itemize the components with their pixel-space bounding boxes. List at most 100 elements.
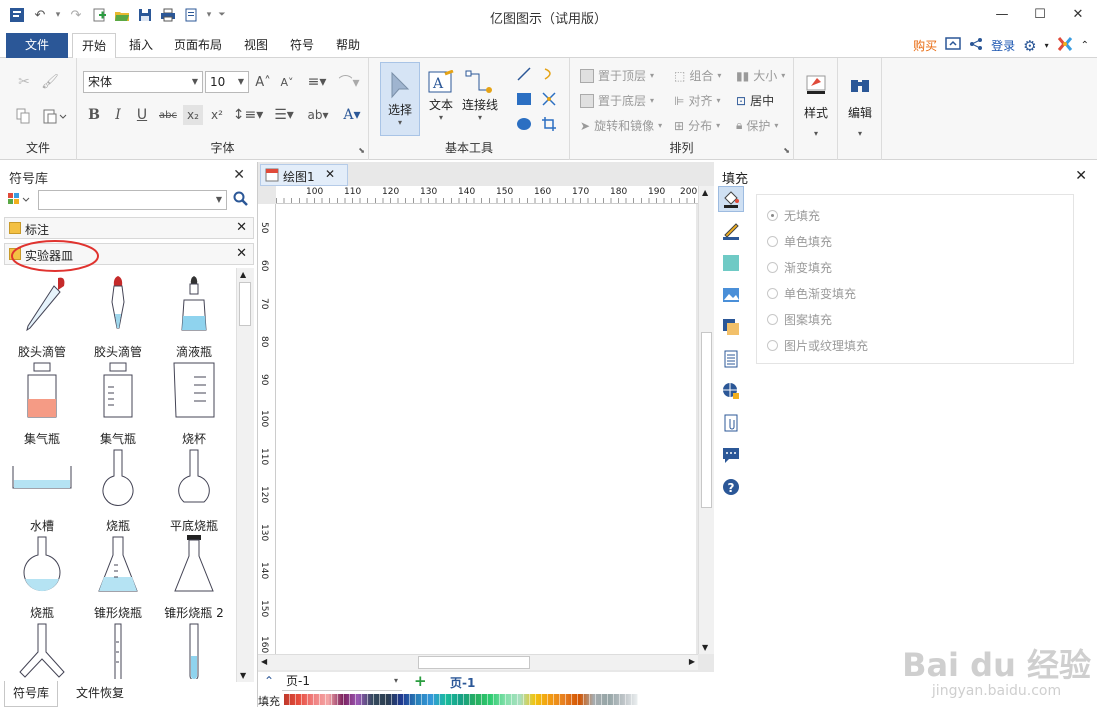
scroll-left-icon[interactable]: ◀ [261, 657, 267, 666]
fill-paint-bucket-icon[interactable] [718, 186, 744, 212]
shape-test-tube[interactable] [156, 622, 232, 679]
canvas-hscroll-thumb[interactable] [418, 656, 530, 669]
style-button[interactable]: 样式 ▾ [800, 66, 832, 146]
arc-tool-icon[interactable] [539, 64, 559, 84]
font-size-select[interactable]: 10 ▼ [205, 71, 249, 93]
scroll-down-icon[interactable]: ▼ [702, 643, 708, 652]
line-tool-icon[interactable] [514, 64, 534, 84]
subscript-icon[interactable]: x₂ [183, 105, 203, 125]
library-scrollbar[interactable]: ▲ ▼ [236, 268, 254, 682]
bring-to-front-button[interactable]: 置于顶层 ▾ [580, 67, 654, 84]
tab-symbol-library[interactable]: 符号库 [4, 681, 59, 707]
highlight-icon[interactable]: ab▾ [301, 105, 335, 125]
shape-erlenmeyer-flask[interactable]: 锥形烧瓶 [80, 535, 156, 621]
settings-dropdown-icon[interactable]: ▾ [1045, 41, 1049, 50]
tab-insert[interactable]: 插入 [122, 33, 160, 58]
fill-option-solid[interactable]: 单色填充 [767, 233, 832, 250]
page-tab-1[interactable]: 页-1 [450, 674, 475, 691]
protect-button[interactable]: 🔒︎ 保护 ▾ [736, 117, 778, 134]
shape-gas-jar-1[interactable]: 集气瓶 [4, 361, 80, 447]
document-tab-close-icon[interactable]: ✕ [325, 167, 335, 181]
connector-tool-button[interactable]: 连接线 ▾ [461, 64, 499, 128]
section-callout-close-icon[interactable]: ✕ [236, 220, 247, 235]
strikethrough-icon[interactable]: abc [157, 105, 179, 125]
collapse-ribbon-icon[interactable]: ⌃ [1081, 40, 1089, 51]
arrange-dialog-icon[interactable]: ⬊ [783, 146, 790, 155]
select-tool-button[interactable]: 选择 ▾ [380, 62, 420, 136]
shape-round-flask[interactable]: 烧瓶 [4, 535, 80, 621]
edit-button[interactable]: 编辑 ▾ [844, 66, 876, 146]
shape-dropper-2[interactable]: 胶头滴管 [80, 274, 156, 360]
search-icon[interactable] [233, 191, 249, 210]
settings-gear-icon[interactable]: ⚙ [1023, 37, 1036, 55]
help-icon[interactable]: ? [718, 474, 744, 500]
shape-beaker[interactable]: 烧杯 [156, 361, 232, 447]
size-button[interactable]: ▮▮ 大小 ▾ [736, 67, 785, 84]
shape-dropper-1[interactable]: 胶头滴管 [4, 274, 80, 360]
font-color-icon[interactable]: A▾ [339, 105, 365, 125]
login-link[interactable]: 登录 [991, 37, 1015, 54]
group-button[interactable]: ⬚ 组合 ▾ [674, 67, 721, 84]
page-up-icon[interactable]: ⌃ [264, 674, 274, 688]
shape-flat-bottom-flask[interactable]: 平底烧瓶 [156, 448, 232, 534]
document-tab[interactable]: 绘图1 ✕ [260, 164, 348, 186]
section-lab-ware-close-icon[interactable]: ✕ [236, 246, 247, 261]
distribute-button[interactable]: ⊞ 分布 ▾ [674, 117, 720, 134]
shape-water-trough[interactable]: 水槽 [4, 448, 80, 534]
crop-tool-icon[interactable] [539, 114, 559, 134]
canvas-vertical-scrollbar[interactable]: ▲ ▼ [698, 186, 714, 654]
rectangle-tool-icon[interactable] [514, 89, 534, 109]
rotate-mirror-button[interactable]: ➤ 旋转和镜像 ▾ [580, 117, 662, 134]
comment-icon[interactable] [718, 442, 744, 468]
font-dialog-icon[interactable]: ⬊ [358, 146, 365, 155]
share-icon[interactable] [969, 37, 983, 54]
shadow-square-icon[interactable] [718, 250, 744, 276]
bold-icon[interactable]: B [85, 105, 103, 125]
scroll-right-icon[interactable]: ▶ [689, 657, 695, 666]
hyperlink-globe-icon[interactable] [718, 378, 744, 404]
copy-icon[interactable] [12, 106, 34, 126]
maximize-button[interactable]: ☐ [1021, 0, 1059, 28]
fill-option-picture[interactable]: 图片或纹理填充 [767, 337, 868, 354]
fill-panel-close-icon[interactable]: ✕ [1075, 168, 1087, 184]
library-search-input[interactable]: ▼ [38, 190, 227, 210]
scroll-up-icon[interactable]: ▲ [702, 188, 708, 197]
drawing-page[interactable] [276, 204, 696, 654]
format-painter-icon[interactable]: 🖌 [40, 72, 60, 92]
tab-view[interactable]: 视图 [238, 33, 274, 58]
scroll-down-icon[interactable]: ▼ [240, 671, 246, 680]
shape-gas-jar-2[interactable]: 集气瓶 [80, 361, 156, 447]
fill-option-gradient[interactable]: 渐变填充 [767, 259, 832, 276]
library-close-icon[interactable]: ✕ [233, 167, 245, 183]
add-page-icon[interactable]: + [414, 672, 427, 690]
shape-erlenmeyer-flask-2[interactable]: 锥形烧瓶 2 [156, 535, 232, 621]
fill-option-pattern[interactable]: 图案填充 [767, 311, 832, 328]
align-text-icon[interactable]: ≡▾ [303, 72, 331, 92]
shape-y-tube[interactable] [4, 622, 80, 679]
paste-icon[interactable] [40, 106, 70, 126]
shape-graduated-tube[interactable] [80, 622, 156, 679]
buy-link[interactable]: 购买 [913, 37, 937, 54]
font-family-select[interactable]: 宋体 ▼ [83, 71, 203, 93]
shape-flask[interactable]: 烧瓶 [80, 448, 156, 534]
underline-icon[interactable]: U [133, 105, 151, 125]
tab-page-layout[interactable]: 页面布局 [166, 33, 230, 58]
share-screen-icon[interactable] [945, 36, 961, 55]
tab-help[interactable]: 帮助 [328, 33, 368, 58]
image-icon[interactable] [718, 282, 744, 308]
cut-icon[interactable]: ✂ [14, 72, 34, 92]
shrink-font-icon[interactable]: A˅ [277, 72, 297, 92]
page-select[interactable]: 页-1 ▾ [282, 673, 402, 691]
layers-icon[interactable] [718, 314, 744, 340]
attachment-icon[interactable] [718, 410, 744, 436]
library-menu-icon[interactable] [8, 192, 32, 211]
minimize-button[interactable]: — [983, 0, 1021, 28]
grow-font-icon[interactable]: A˄ [253, 72, 273, 92]
library-scroll-thumb[interactable] [239, 282, 251, 326]
shape-dropping-bottle[interactable]: 滴液瓶 [156, 274, 232, 360]
italic-icon[interactable]: I [109, 105, 127, 125]
canvas-horizontal-scrollbar[interactable]: ◀ ▶ [258, 654, 698, 670]
line-spacing-icon[interactable]: ↕≡▾ [233, 105, 264, 125]
page-properties-icon[interactable] [718, 346, 744, 372]
text-tool-button[interactable]: A 文本 ▾ [423, 64, 459, 128]
